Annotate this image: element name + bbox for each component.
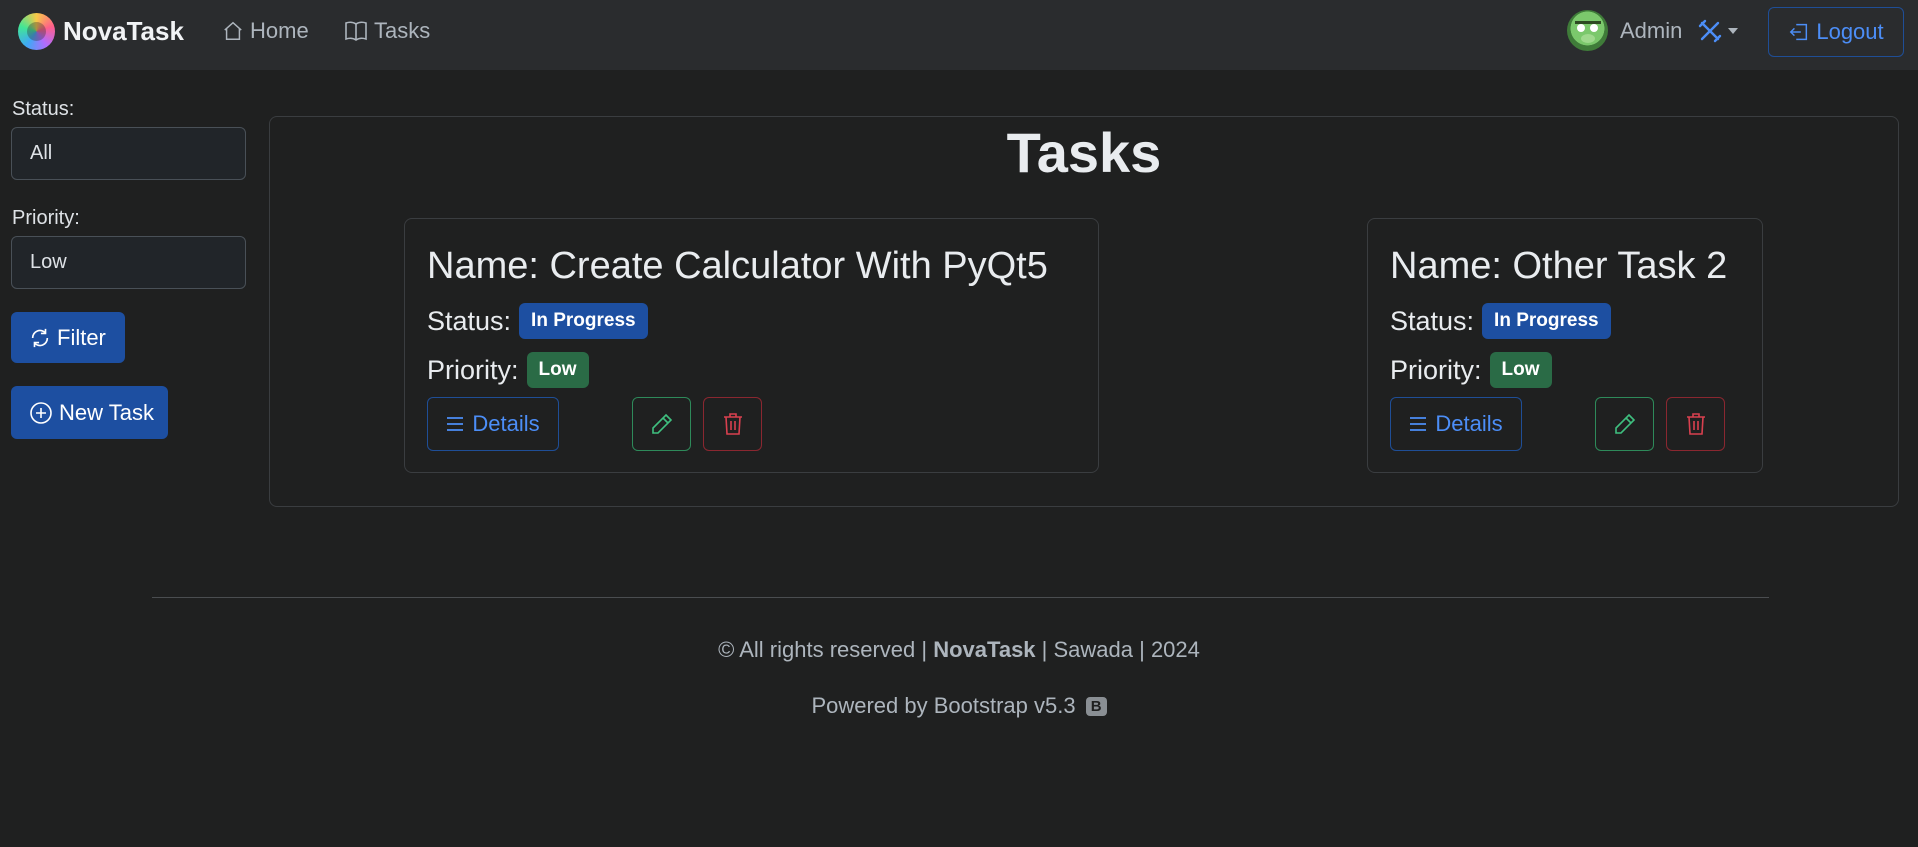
chevron-down-icon xyxy=(1728,27,1739,34)
delete-button[interactable] xyxy=(703,397,762,451)
task-status-row: Status: In Progress xyxy=(427,303,648,339)
task-name: Name: Other Task 2 xyxy=(1390,245,1728,287)
details-button-label: Details xyxy=(1435,411,1503,436)
task-status-row: Status: In Progress xyxy=(1390,303,1611,339)
footer-copyright: © All rights reserved | NovaTask | Sawad… xyxy=(0,637,1918,663)
status-filter-label: Status: xyxy=(12,98,75,120)
task-priority-row: Priority: Low xyxy=(427,352,589,388)
user-menu[interactable]: Admin xyxy=(1567,10,1739,51)
task-status-label: Status: xyxy=(427,305,512,336)
details-button-label: Details xyxy=(472,411,540,436)
priority-badge: Low xyxy=(526,352,589,388)
footer-brand: NovaTask xyxy=(933,637,1036,662)
tools-icon xyxy=(1699,19,1722,42)
book-icon xyxy=(345,21,367,41)
trash-icon xyxy=(1686,413,1705,435)
list-icon xyxy=(447,417,464,431)
user-name: Admin xyxy=(1620,17,1683,43)
pencil-icon xyxy=(1614,413,1635,434)
plus-circle-icon xyxy=(30,401,52,424)
task-priority-row: Priority: Low xyxy=(1390,352,1552,388)
status-badge: In Progress xyxy=(1482,303,1611,339)
priority-badge: Low xyxy=(1489,352,1552,388)
filter-button-label: Filter xyxy=(57,324,106,350)
house-icon xyxy=(224,21,242,40)
task-name: Name: Create Calculator With PyQt5 xyxy=(427,245,1048,287)
trash-icon xyxy=(723,413,742,435)
priority-filter-label: Priority: xyxy=(12,207,80,229)
nav-home-label: Home xyxy=(250,18,309,43)
footer-rights-suffix: | Sawada | 2024 xyxy=(1041,637,1200,662)
pencil-icon xyxy=(651,413,672,434)
brand-link[interactable]: NovaTask xyxy=(18,13,184,50)
edit-button[interactable] xyxy=(1595,397,1654,451)
navbar: NovaTask Home Tasks Admin Logout xyxy=(0,0,1918,70)
page-title: Tasks xyxy=(1006,121,1162,184)
new-task-button-label: New Task xyxy=(59,399,154,425)
nav-home[interactable]: Home xyxy=(222,18,309,44)
avatar xyxy=(1567,10,1608,51)
logout-label: Logout xyxy=(1816,19,1884,44)
footer-powered-text: Powered by Bootstrap v5.3 xyxy=(811,693,1076,718)
task-priority-label: Priority: xyxy=(427,354,519,385)
edit-button[interactable] xyxy=(632,397,691,451)
logout-button[interactable]: Logout xyxy=(1768,7,1904,57)
new-task-button[interactable]: New Task xyxy=(11,386,168,439)
task-card: Name: Other Task 2 Status: In Progress P… xyxy=(1367,218,1763,473)
task-card: Name: Create Calculator With PyQt5 Statu… xyxy=(404,218,1099,473)
details-button[interactable]: Details xyxy=(427,397,559,451)
nav-tasks-label: Tasks xyxy=(374,18,431,43)
list-icon xyxy=(1410,417,1427,431)
priority-select[interactable]: Low xyxy=(11,236,246,289)
task-status-label: Status: xyxy=(1390,305,1475,336)
refresh-icon xyxy=(31,328,49,347)
status-badge: In Progress xyxy=(519,303,648,339)
details-button[interactable]: Details xyxy=(1390,397,1522,451)
delete-button[interactable] xyxy=(1666,397,1725,451)
nav-tasks[interactable]: Tasks xyxy=(344,18,430,44)
footer-powered: Powered by Bootstrap v5.3 B xyxy=(0,693,1918,719)
bootstrap-icon: B xyxy=(1085,697,1107,716)
tools-dropdown[interactable] xyxy=(1698,19,1739,43)
status-select[interactable]: All xyxy=(11,127,246,180)
brand-name: NovaTask xyxy=(63,16,184,46)
footer-divider xyxy=(152,597,1769,598)
task-priority-label: Priority: xyxy=(1390,354,1482,385)
logout-icon xyxy=(1790,23,1808,41)
novatask-logo-icon xyxy=(18,13,55,50)
footer-rights-prefix: © All rights reserved | xyxy=(718,637,928,662)
filter-button[interactable]: Filter xyxy=(11,312,125,363)
